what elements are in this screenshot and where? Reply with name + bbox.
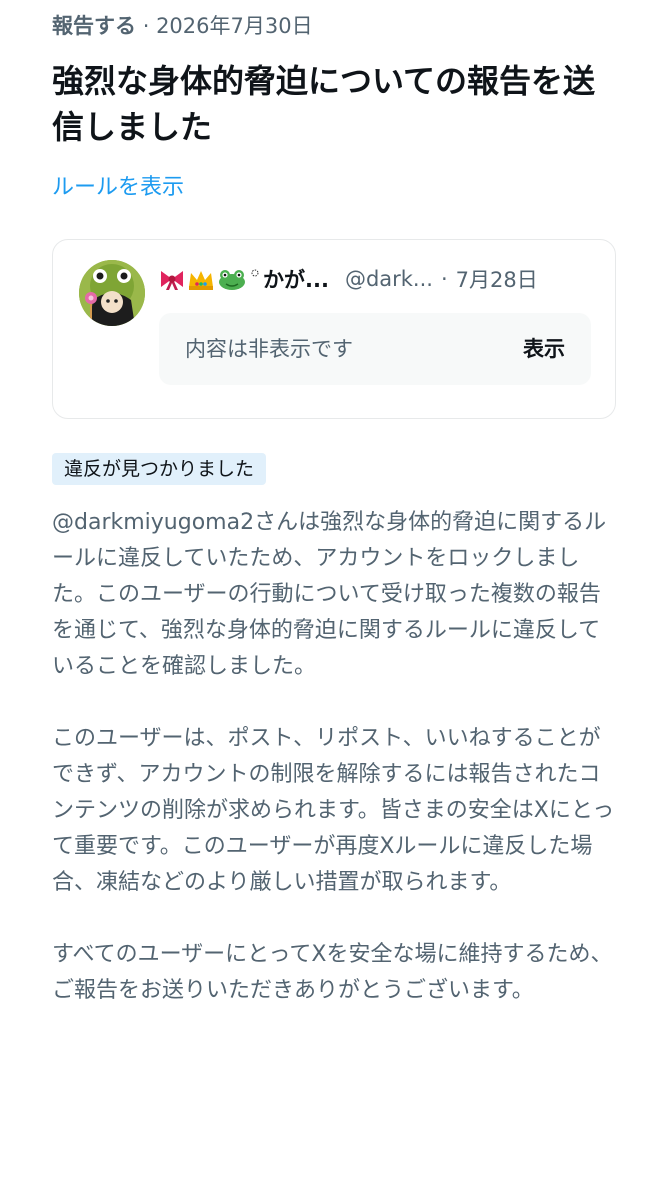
crown-icon [189,271,213,290]
display-name[interactable]: かが... [263,264,329,294]
user-handle[interactable]: @dark... [345,267,433,291]
sparkle-icon [251,269,259,277]
hidden-content-text: 内容は非表示です [185,337,353,361]
ribbon-icon [161,271,183,290]
report-meta: 報告する · 2026年7月30日 [52,10,313,42]
display-name-emojis [159,267,261,291]
report-date: 2026年7月30日 [156,14,313,38]
report-body: @darkmiyugoma2さんは強烈な身体的脅迫に関するルールに違反していたた… [52,505,618,1045]
reported-post-header: かが... @dark... · 7月28日 [159,262,538,296]
view-rules-link[interactable]: ルールを表示 [52,172,184,204]
body-paragraph: すべてのユーザーにとってXを安全な場に維持するため、ご報告をお送りいただきありが… [52,942,613,1003]
reported-post-card[interactable]: かが... @dark... · 7月28日 内容は非表示です 表示 [52,239,616,419]
report-type-label: 報告する [52,14,136,38]
violation-found-badge: 違反が見つかりました [52,453,267,485]
avatar[interactable] [79,260,145,326]
page-title: 強烈な身体的脅迫についての報告を送信しました [52,62,596,146]
frog-icon [219,270,245,290]
post-date[interactable]: 7月28日 [456,264,538,294]
body-paragraph: @darkmiyugoma2さんは強烈な身体的脅迫に関するルールに違反していたた… [52,510,607,679]
avatar-image [79,260,145,326]
show-content-button[interactable]: 表示 [523,333,565,365]
hidden-content-box: 内容は非表示です 表示 [159,313,591,385]
meta-separator: · [142,14,150,38]
header-separator: · [440,267,448,291]
body-paragraph: このユーザーは、ポスト、リポスト、いいねすることができず、アカウントの制限を解除… [52,726,615,895]
